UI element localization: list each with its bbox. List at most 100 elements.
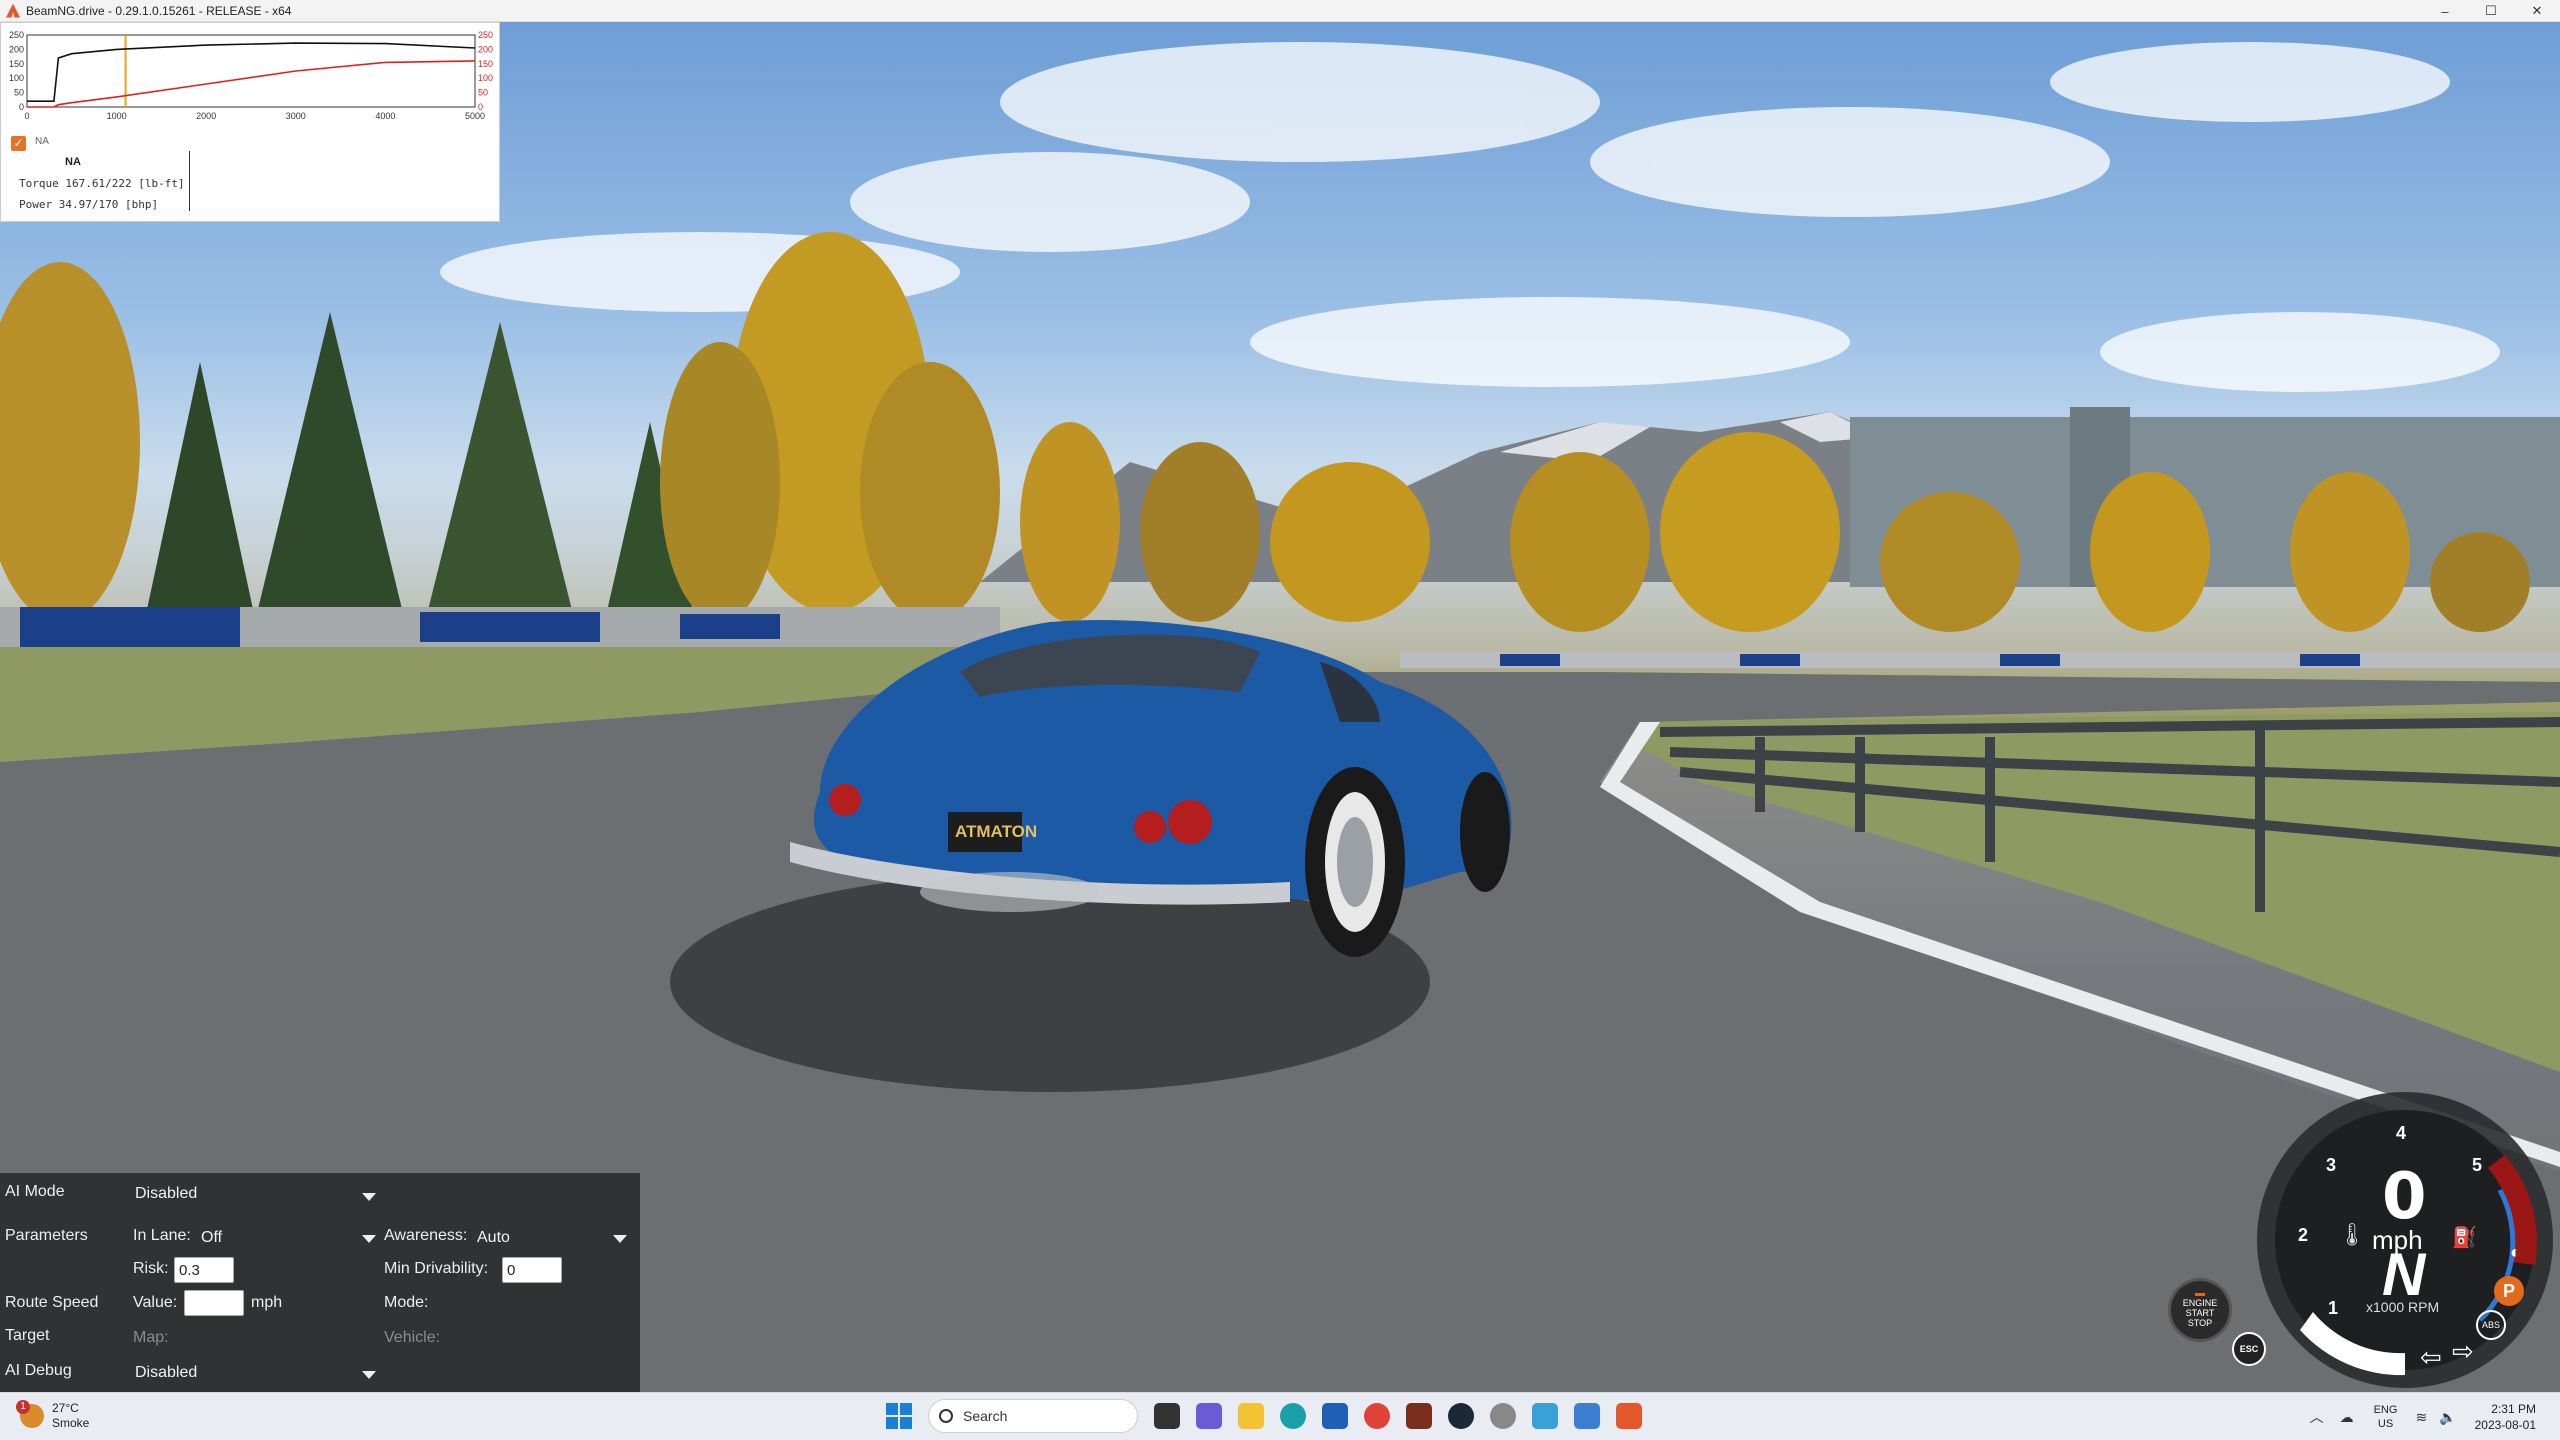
torque-line — [27, 42, 476, 102]
turn-right-arrow-icon[interactable]: ⇨ — [2452, 1336, 2474, 1367]
min-drivability-input[interactable] — [502, 1257, 562, 1283]
mode-label: Mode: — [384, 1294, 429, 1311]
torque-graph-panel: 250 200 150 100 50 0 250 200 150 100 50 0 0 1000 2000 3… — [0, 22, 500, 222]
awareness-label: Awareness: — [384, 1227, 468, 1244]
coolant-temp-icon: 🌡 — [2338, 1222, 2366, 1247]
engine-start-stop-button[interactable]: ENGINE START STOP — [2168, 1278, 2232, 1342]
x-tick: 4000 — [375, 111, 395, 121]
engine-title: NA — [65, 156, 81, 168]
rpm-tick-4: 4 — [2396, 1123, 2407, 1143]
clock-date: 2023-08-01 — [2474, 1418, 2536, 1432]
window-title: BeamNG.drive - 0.29.1.0.15261 - RELEASE … — [26, 3, 292, 18]
temperature-text: 27°C — [52, 1401, 79, 1415]
ai-mode-select[interactable]: Disabled — [135, 1185, 197, 1203]
series-checkbox[interactable]: ✓ — [11, 136, 26, 151]
fuel-icon: ⛽ — [2452, 1227, 2477, 1249]
headlight-icon: ◐ — [2510, 1242, 2521, 1262]
rpm-tick-3: 3 — [2326, 1155, 2337, 1175]
wifi-icon[interactable]: ≋ — [2415, 1409, 2427, 1426]
network-tool-icon[interactable] — [1532, 1403, 1558, 1429]
language-region: US — [2377, 1418, 2394, 1430]
maximize-button[interactable]: ☐ — [2468, 0, 2514, 22]
chrome-icon[interactable] — [1364, 1403, 1390, 1429]
weather-widget[interactable]: 1 27°C Smoke — [16, 1400, 90, 1431]
edge-icon[interactable] — [1280, 1403, 1306, 1429]
awareness-select[interactable]: Auto — [477, 1229, 510, 1247]
esc-button[interactable]: ESC — [2232, 1332, 2266, 1366]
y-tick-right: 150 — [478, 59, 493, 69]
windows-taskbar: 1 27°C Smoke Search ︿ ☁ ENG US ≋ 🔈 2:31 … — [0, 1392, 2560, 1440]
language-code: ENG — [2373, 1404, 2398, 1416]
rpm-tick-2: 2 — [2298, 1225, 2309, 1245]
engine-led-icon — [2195, 1292, 2205, 1296]
turn-left-arrow-icon[interactable]: ⇦ — [2420, 1342, 2442, 1373]
weather-condition-text: Smoke — [52, 1416, 90, 1430]
beamng-taskbar-icon[interactable] — [1616, 1403, 1642, 1429]
in-lane-chevron-down-icon[interactable] — [362, 1235, 376, 1243]
search-placeholder: Search — [963, 1408, 1008, 1424]
app-icon-generic[interactable] — [1490, 1403, 1516, 1429]
rpm-unit: x1000 RPM — [2366, 1299, 2440, 1315]
tray-overflow-chevron-icon[interactable]: ︿ — [2310, 1407, 2324, 1427]
awareness-chevron-down-icon[interactable] — [613, 1235, 627, 1243]
search-icon — [939, 1409, 953, 1423]
beamng-app-icon — [6, 3, 20, 18]
dashboard-gauge: 2 3 4 5 1 0 mph N x1000 RPM 🌡 ⛽ ◐ P ABS … — [2170, 1080, 2560, 1392]
vehicle-label: Vehicle: — [384, 1329, 441, 1346]
close-button[interactable]: ✕ — [2514, 0, 2560, 22]
svg-text:ATMATON: ATMATON — [955, 822, 1037, 841]
ai-debug-select[interactable]: Disabled — [135, 1364, 197, 1382]
steam-icon[interactable] — [1448, 1403, 1474, 1429]
onedrive-cloud-icon[interactable]: ☁ — [2340, 1409, 2354, 1426]
parameters-label: Parameters — [5, 1227, 88, 1244]
in-lane-select[interactable]: Off — [201, 1229, 222, 1247]
ai-mode-chevron-down-icon[interactable] — [362, 1193, 376, 1201]
power-readout: Power 34.97/170 [bhp] — [19, 198, 159, 211]
minimize-button[interactable]: – — [2422, 0, 2468, 22]
game-launcher-icon[interactable] — [1406, 1403, 1432, 1429]
store-icon[interactable] — [1322, 1403, 1348, 1429]
series-label: NA — [35, 136, 49, 147]
mph-label: mph — [251, 1294, 283, 1311]
window-controls: – ☐ ✕ — [2422, 0, 2560, 22]
y-tick-left: 200 — [9, 44, 24, 54]
chat-icon[interactable] — [1196, 1403, 1222, 1429]
system-tray: ︿ ☁ ENG US ≋ 🔈 2:31 PM 2023-08-01 — [2302, 1393, 2560, 1440]
task-view-icon[interactable] — [1154, 1403, 1180, 1429]
file-explorer-icon[interactable] — [1238, 1403, 1264, 1429]
risk-input[interactable] — [174, 1257, 234, 1283]
target-label: Target — [5, 1327, 50, 1344]
smoke-weather-icon: 1 — [16, 1400, 44, 1428]
taskbar-search[interactable]: Search — [928, 1399, 1138, 1433]
engine-button-label-1: ENGINE — [2182, 1297, 2218, 1308]
torque-readout: Torque 167.61/222 [lb-ft] — [19, 177, 185, 190]
torque-curve-chart: 250 200 150 100 50 0 250 200 150 100 5000 1000 2000 3… — [9, 30, 493, 121]
y-tick-left: 250 — [9, 30, 24, 40]
ai-control-panel: AI Mode Disabled Parameters In Lane: Off… — [0, 1173, 640, 1392]
plot-frame — [26, 34, 476, 108]
y-tick-left: 100 — [9, 73, 24, 83]
engine-button-label-3: STOP — [2187, 1317, 2213, 1328]
x-tick: 0 — [24, 111, 29, 121]
y-tick-right: 250 — [478, 30, 493, 40]
ai-debug-chevron-down-icon[interactable] — [362, 1371, 376, 1379]
ai-debug-label: AI Debug — [5, 1362, 72, 1379]
x-tick: 3000 — [286, 111, 306, 121]
clock[interactable]: 2:31 PM 2023-08-01 — [2475, 1401, 2536, 1433]
min-drivability-label: Min Drivability: — [384, 1260, 489, 1277]
x-tick: 2000 — [196, 111, 216, 121]
route-speed-input[interactable] — [184, 1290, 244, 1316]
rpm-tick-5: 5 — [2472, 1155, 2483, 1175]
notepad-icon[interactable] — [1574, 1403, 1600, 1429]
map-label: Map: — [133, 1329, 169, 1346]
power-line — [27, 60, 476, 108]
y-tick-right: 200 — [478, 44, 493, 54]
language-indicator[interactable]: ENG US — [2374, 1403, 2398, 1431]
volume-icon[interactable]: 🔈 — [2439, 1409, 2456, 1426]
in-lane-label: In Lane: — [133, 1227, 191, 1244]
route-speed-label: Route Speed — [5, 1294, 99, 1311]
x-tick: 1000 — [107, 111, 127, 121]
abs-icon: ABS — [2476, 1310, 2506, 1340]
start-button[interactable] — [886, 1403, 912, 1429]
parking-brake-icon: P — [2494, 1276, 2524, 1306]
